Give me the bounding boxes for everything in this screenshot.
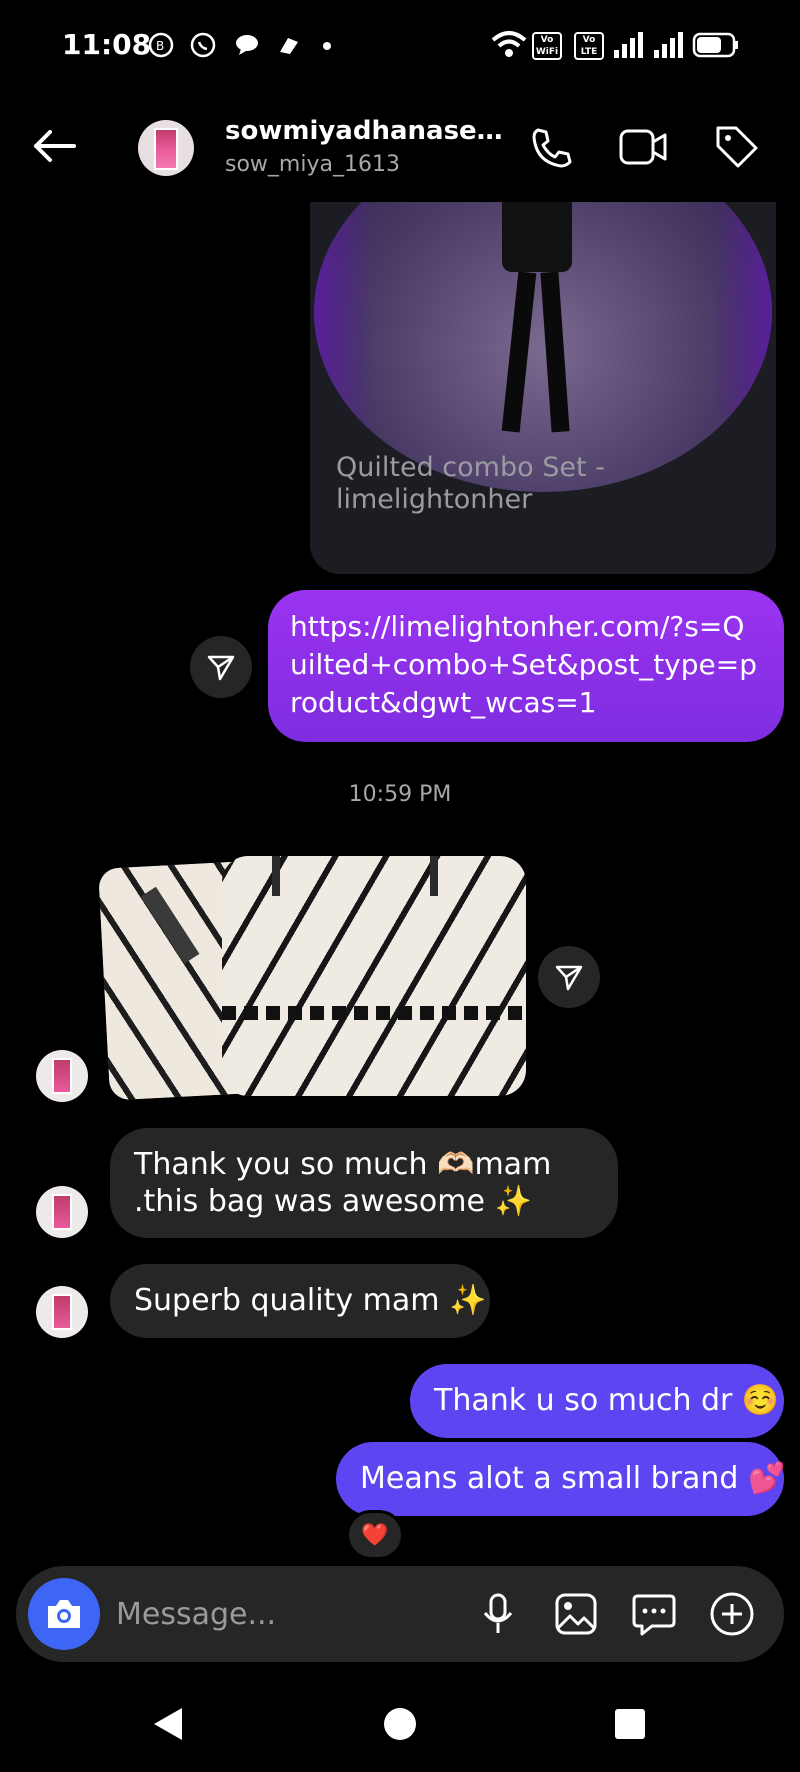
sent-message-bubble[interactable]: Thank u so much dr ☺️ <box>410 1364 784 1438</box>
gallery-icon <box>555 1593 597 1635</box>
received-photo-2[interactable] <box>222 856 526 1096</box>
status-bar: 11:08 B Vo WiFi Vo LTE <box>0 0 800 90</box>
back-arrow-icon[interactable] <box>30 126 78 166</box>
shared-post-image <box>314 202 772 492</box>
video-call-icon[interactable] <box>618 126 668 168</box>
sent-message-bubble[interactable]: Means alot a small brand 💕 <box>336 1442 786 1516</box>
microphone-button[interactable] <box>474 1590 522 1638</box>
svg-text:B: B <box>156 39 164 53</box>
heart-reaction[interactable]: ❤️ <box>346 1510 404 1560</box>
sticker-icon <box>632 1594 676 1636</box>
received-message-bubble[interactable]: Thank you so much 🫶🏻mam .this bag was aw… <box>110 1128 618 1238</box>
shared-post-caption: Quilted combo Set - limelightonher <box>336 452 605 515</box>
dot-icon <box>323 42 331 50</box>
sender-avatar[interactable] <box>36 1286 88 1338</box>
signal-icon <box>614 32 643 58</box>
nav-home-icon[interactable] <box>382 1706 418 1742</box>
sender-avatar[interactable] <box>36 1050 88 1102</box>
send-icon <box>555 965 583 991</box>
nav-recents-icon[interactable] <box>614 1708 646 1740</box>
volte-icon: Vo LTE <box>574 32 604 60</box>
forward-button[interactable] <box>538 946 600 1008</box>
contact-name[interactable]: sowmiyadhanase… <box>225 116 503 146</box>
camera-icon <box>48 1600 80 1628</box>
chat-icon <box>236 35 258 55</box>
add-button[interactable] <box>708 1590 756 1638</box>
sent-message-text: Means alot a small brand 💕 <box>360 1461 786 1496</box>
avatar[interactable] <box>138 120 194 176</box>
sticker-button[interactable] <box>630 1590 678 1638</box>
received-message-bubble[interactable]: Superb quality mam ✨ <box>110 1264 490 1338</box>
chat-header: sowmiyadhanase… sow_miya_1613 <box>0 90 800 202</box>
vowifi-icon: Vo WiFi <box>532 32 562 60</box>
link-message-text[interactable]: https://limelightonher.com/?s=Quilted+co… <box>290 610 757 719</box>
contact-username[interactable]: sow_miya_1613 <box>225 152 400 177</box>
add-icon <box>710 1592 754 1636</box>
whatsapp-business-icon: B <box>148 32 174 58</box>
link-message-bubble[interactable]: https://limelightonher.com/?s=Quilted+co… <box>268 590 784 742</box>
nav-back-icon[interactable] <box>150 1706 186 1742</box>
message-composer <box>16 1566 784 1662</box>
forward-button[interactable] <box>190 636 252 698</box>
microphone-icon <box>483 1593 513 1633</box>
shared-post-card[interactable]: Quilted combo Set - limelightonher <box>310 202 776 574</box>
app-icon <box>280 38 298 54</box>
system-nav-bar <box>0 1672 800 1772</box>
wifi-icon <box>491 31 527 57</box>
sender-avatar[interactable] <box>36 1186 88 1238</box>
tag-icon[interactable] <box>712 122 760 170</box>
camera-button[interactable] <box>28 1578 100 1650</box>
reaction-emoji: ❤️ <box>361 1522 389 1548</box>
send-icon <box>207 655 235 681</box>
gallery-button[interactable] <box>552 1590 600 1638</box>
sent-message-text: Thank u so much dr ☺️ <box>434 1383 780 1418</box>
message-timestamp: 10:59 PM <box>348 782 452 807</box>
received-message-text: Superb quality mam ✨ <box>134 1283 487 1318</box>
received-message-text: Thank you so much 🫶🏻mam .this bag was aw… <box>134 1147 552 1219</box>
battery-icon <box>692 32 738 58</box>
status-time: 11:08 <box>62 28 152 61</box>
signal-icon <box>654 32 683 58</box>
message-input[interactable] <box>116 1592 416 1636</box>
whatsapp-icon <box>190 32 216 58</box>
phone-icon[interactable] <box>528 124 574 170</box>
